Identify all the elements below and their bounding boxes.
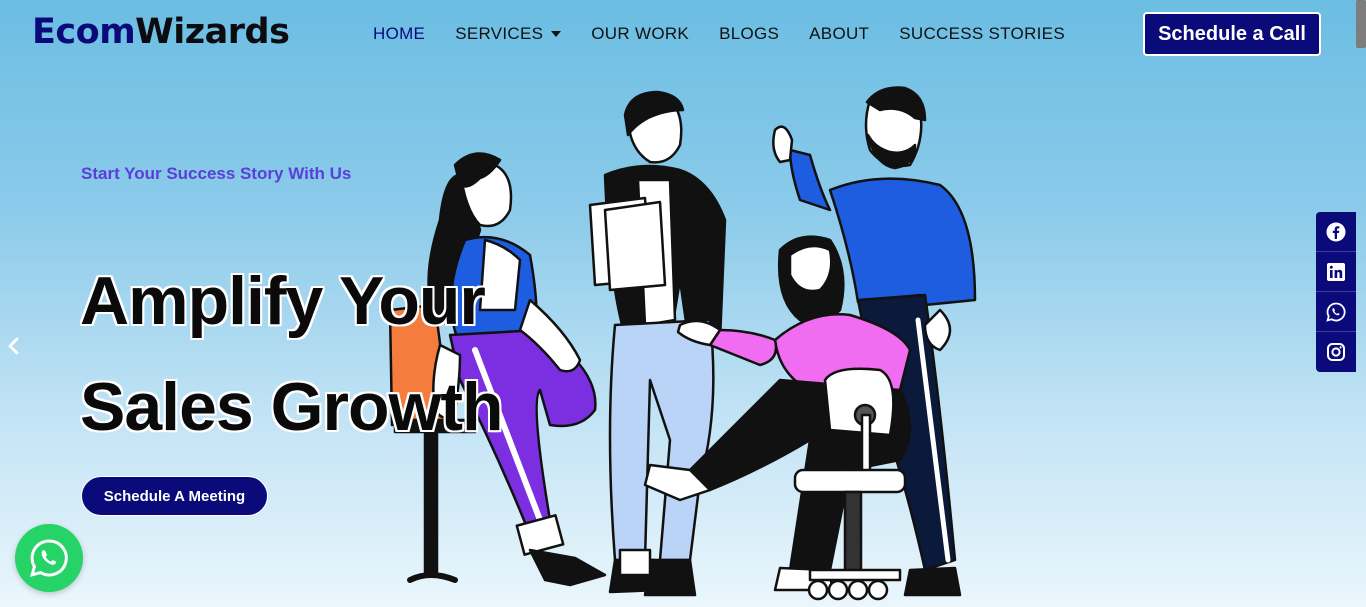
chevron-down-icon <box>551 31 562 37</box>
linkedin-icon[interactable] <box>1316 252 1356 292</box>
facebook-icon[interactable] <box>1316 212 1356 252</box>
nav-about[interactable]: ABOUT <box>809 24 869 44</box>
hero-headline: Amplify Your Sales Growth <box>80 248 680 460</box>
hero-tagline: Start Your Success Story With Us <box>81 164 352 183</box>
instagram-icon[interactable] <box>1316 332 1356 372</box>
whatsapp-icon[interactable] <box>1316 292 1356 332</box>
nav-our-work[interactable]: OUR WORK <box>591 24 689 44</box>
chevron-left-icon[interactable] <box>5 334 23 358</box>
whatsapp-chat-button[interactable] <box>15 524 83 592</box>
logo[interactable]: EcomWizards <box>32 12 290 52</box>
nav-home[interactable]: HOME <box>373 24 425 44</box>
social-sidebar <box>1316 212 1356 372</box>
nav-services-label: SERVICES <box>455 24 544 43</box>
nav-blogs[interactable]: BLOGS <box>719 24 779 44</box>
nav-services[interactable]: SERVICES <box>455 24 562 44</box>
navbar: EcomWizards HOME SERVICES OUR WORK BLOGS… <box>0 0 1366 70</box>
nav-success-stories[interactable]: SUCCESS STORIES <box>899 24 1065 44</box>
headline-line-1: Amplify Your <box>80 263 486 339</box>
schedule-meeting-button[interactable]: Schedule A Meeting <box>81 476 268 516</box>
scrollbar[interactable] <box>1356 0 1366 48</box>
whatsapp-icon <box>30 539 68 577</box>
schedule-call-button[interactable]: Schedule a Call <box>1143 12 1321 56</box>
logo-part-ecom: Ecom <box>32 12 136 52</box>
headline-line-2: Sales Growth <box>80 369 504 445</box>
logo-part-wizards: Wizards <box>135 12 290 52</box>
main-nav: HOME SERVICES OUR WORK BLOGS ABOUT SUCCE… <box>373 24 1095 44</box>
